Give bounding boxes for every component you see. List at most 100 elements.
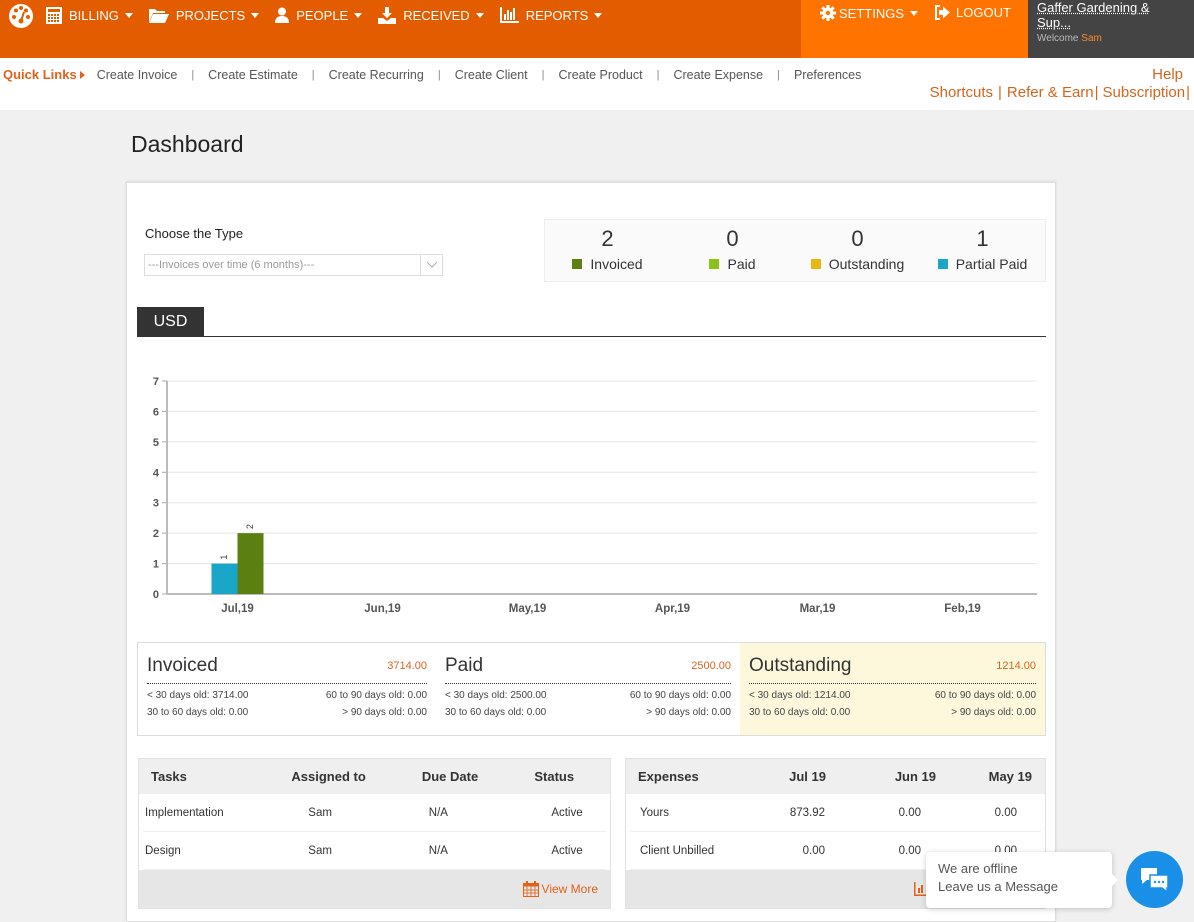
- y-tick-label: 0: [153, 589, 159, 601]
- subscription-link[interactable]: Subscription: [1103, 84, 1186, 101]
- chat-offline-message[interactable]: We are offline Leave us a Message: [926, 852, 1118, 908]
- summary-gt90: > 90 days old: 0.00: [342, 707, 427, 718]
- stat-value: 0: [851, 226, 864, 251]
- stat-invoiced: 2 Invoiced: [545, 220, 670, 281]
- right-links: Shortcuts | Refer & Earn | Subscription |: [930, 84, 1190, 101]
- nav-reports[interactable]: REPORTS: [499, 7, 603, 23]
- separator: |: [541, 68, 545, 81]
- summary-30-60: 30 to 60 days old: 0.00: [147, 707, 249, 718]
- expense-label: Yours: [640, 806, 669, 819]
- invoices-bar-chart: 0 1 2 3 4 5 6 7 Jul,19 1 2 Jun,19 May,19 Apr,19 Mar,19…: [153, 376, 1037, 615]
- sign-out-icon: [934, 5, 951, 20]
- nav-billing[interactable]: BILLING: [46, 6, 133, 24]
- chat-line2: Leave us a Message: [938, 879, 1058, 894]
- tasks-header-row: Tasks Assigned to Due Date Status: [139, 759, 610, 794]
- task-row[interactable]: Design Sam N/A Active: [143, 832, 606, 870]
- bar-data-label: 2: [245, 524, 255, 529]
- choose-type-label: Choose the Type: [145, 226, 244, 241]
- summary-total: 2500.00: [691, 660, 731, 672]
- stat-label: Paid: [727, 256, 756, 272]
- welcome-text: Welcome Sam: [1037, 33, 1185, 44]
- x-tick-label: Feb,19: [944, 603, 980, 615]
- chevron-down-icon[interactable]: [420, 255, 442, 275]
- settings-area: SETTINGS LOGOUT: [801, 0, 1028, 58]
- chart-type-selected: ---Invoices over time (6 months)---: [148, 259, 315, 271]
- caret-down-icon: [354, 12, 363, 18]
- y-tick-label: 3: [153, 498, 159, 510]
- summary-60-90: 60 to 90 days old: 0.00: [325, 690, 427, 701]
- view-more-link[interactable]: View More: [542, 882, 598, 896]
- nav-received[interactable]: RECEIVED: [378, 6, 484, 24]
- summary-total: 3714.00: [387, 660, 427, 672]
- quick-link-create-invoice[interactable]: Create Invoice: [97, 68, 178, 82]
- summary-title: Outstanding: [749, 655, 852, 676]
- top-navigation-bar: BILLING PROJECTS PEOPLE RECEIVED REPORTS…: [0, 0, 1194, 58]
- company-name-link[interactable]: Gaffer Gardening & Sup...: [1037, 0, 1185, 30]
- legend-swatch-paid: [709, 259, 720, 269]
- welcome-prefix: Welcome: [1037, 33, 1079, 44]
- nav-people-label: PEOPLE: [296, 7, 349, 23]
- expense-jul: 0.00: [802, 844, 825, 857]
- stats-summary: 2 Invoiced 0 Paid 0 Outstanding 1 Partia…: [544, 219, 1046, 282]
- nav-logout[interactable]: LOGOUT: [934, 5, 1011, 20]
- quick-link-create-expense[interactable]: Create Expense: [673, 68, 763, 82]
- summary-30-60: 30 to 60 days old: 0.00: [445, 707, 547, 718]
- bar-chart-icon: [499, 7, 519, 23]
- x-tick-label: Apr,19: [655, 603, 690, 615]
- summary-60-90: 60 to 90 days old: 0.00: [629, 690, 731, 701]
- summary-gt90: > 90 days old: 0.00: [646, 707, 731, 718]
- chat-bubbles-icon: [1139, 866, 1171, 894]
- gear-icon: [820, 5, 836, 21]
- quick-link-create-client[interactable]: Create Client: [455, 68, 528, 82]
- chart-type-select[interactable]: ---Invoices over time (6 months)---: [144, 254, 443, 276]
- nav-logout-label: LOGOUT: [956, 5, 1011, 20]
- separator: |: [1094, 84, 1099, 101]
- summary-title: Paid: [445, 655, 484, 676]
- summary-lt30: < 30 days old: 3714.00: [147, 690, 249, 701]
- account-panel: Gaffer Gardening & Sup... Welcome Sam: [1028, 0, 1194, 58]
- summary-outstanding: Outstanding 1214.00 < 30 days old: 1214.0…: [740, 642, 1046, 736]
- currency-tab-usd[interactable]: USD: [137, 307, 204, 336]
- nav-settings[interactable]: SETTINGS: [820, 5, 919, 21]
- nav-people[interactable]: PEOPLE: [275, 7, 363, 23]
- summary-title: Invoiced: [147, 655, 218, 676]
- task-name: Design: [145, 844, 181, 857]
- nav-received-label: RECEIVED: [403, 7, 470, 23]
- x-tick-label: May,19: [509, 603, 547, 615]
- quick-link-create-product[interactable]: Create Product: [559, 68, 643, 82]
- task-status: Active: [551, 806, 583, 819]
- nav-settings-label: SETTINGS: [839, 5, 905, 21]
- stat-label: Outstanding: [828, 256, 905, 272]
- quick-links-bar: Quick Links Create Invoice | Create Estim…: [0, 58, 1194, 110]
- expenses-header-label: Expenses: [638, 769, 699, 784]
- caret-down-icon: [910, 10, 919, 16]
- nav-reports-label: REPORTS: [525, 7, 589, 23]
- quick-link-create-recurring[interactable]: Create Recurring: [329, 68, 424, 82]
- chat-launcher-button[interactable]: [1126, 851, 1183, 908]
- shortcuts-link[interactable]: Shortcuts: [930, 84, 993, 101]
- nav-projects[interactable]: PROJECTS: [148, 8, 260, 23]
- currency-tab-divider: [137, 336, 1046, 337]
- summary-paid: Paid 2500.00 < 30 days old: 2500.00 60 to …: [436, 642, 741, 736]
- caret-right-icon: [79, 70, 85, 79]
- expense-row: Yours 873.92 0.00 0.00: [630, 794, 1041, 832]
- expenses-header-may: May 19: [988, 769, 1032, 784]
- x-tick-label: Jun,19: [364, 603, 400, 615]
- task-row[interactable]: Implementation Sam N/A Active: [143, 794, 606, 832]
- quick-links-title[interactable]: Quick Links: [3, 67, 85, 82]
- stat-partial-paid: 1 Partial Paid: [920, 220, 1045, 281]
- refer-earn-link[interactable]: Refer & Earn: [1007, 84, 1094, 101]
- help-link[interactable]: Help: [1152, 66, 1183, 83]
- legend-swatch-invoiced: [572, 259, 583, 269]
- tasks-header-tasks: Tasks: [151, 769, 187, 784]
- separator: |: [777, 68, 780, 81]
- dashboard-gauge-icon[interactable]: [6, 0, 36, 30]
- nav-billing-label: BILLING: [69, 7, 119, 23]
- quick-link-create-estimate[interactable]: Create Estimate: [208, 68, 298, 82]
- caret-down-icon: [475, 12, 484, 18]
- folder-open-icon: [148, 8, 169, 23]
- summary-lt30: < 30 days old: 1214.00: [749, 690, 851, 701]
- quick-link-preferences[interactable]: Preferences: [794, 68, 861, 82]
- y-tick-label: 7: [153, 376, 159, 388]
- legend-swatch-outstanding: [810, 259, 821, 269]
